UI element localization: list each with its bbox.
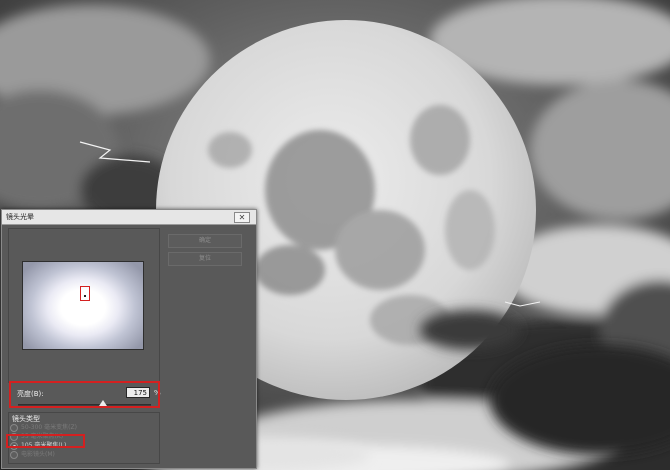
close-icon[interactable]: ✕ [234, 212, 250, 223]
radio-selected-icon[interactable] [10, 442, 18, 450]
brightness-slider-track[interactable] [18, 404, 151, 407]
lens-option-label: 电影镜头(M) [21, 451, 55, 458]
brightness-control: 亮度(B): % [11, 383, 161, 410]
preview-panel [8, 228, 160, 383]
dialog-titlebar[interactable]: 镜头光晕 ✕ [2, 210, 256, 225]
ok-button[interactable]: 确定 [168, 234, 242, 248]
brightness-label: 亮度(B): [17, 390, 44, 398]
slider-thumb-icon[interactable] [99, 400, 108, 406]
reset-button[interactable]: 复位 [168, 252, 242, 266]
dialog-title: 镜头光晕 [6, 213, 34, 221]
lens-option-movie-prime[interactable]: 电影镜头(M) [10, 450, 110, 460]
brightness-unit: % [154, 389, 161, 397]
flare-preview[interactable] [22, 261, 144, 350]
radio-icon[interactable] [10, 424, 18, 432]
flare-center-marker[interactable] [80, 286, 90, 301]
lens-flare-dialog: 镜头光晕 ✕ 确定 复位 亮度(B): % 镜头类型 50-300 毫米变焦(Z… [1, 209, 257, 469]
flare-center-dot [84, 295, 86, 297]
brightness-input[interactable] [126, 387, 150, 398]
radio-icon[interactable] [10, 451, 18, 459]
radio-icon[interactable] [10, 433, 18, 441]
